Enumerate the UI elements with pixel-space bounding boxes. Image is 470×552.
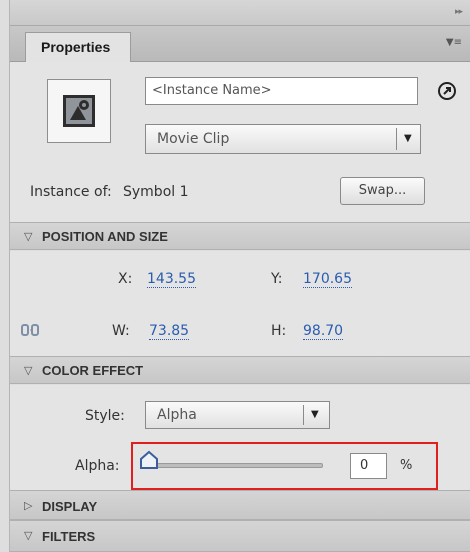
swap-button[interactable]: Swap... [340, 177, 425, 205]
color-effect-title: COLOR EFFECT [42, 363, 144, 378]
expand-triangle-icon: ▽ [24, 529, 33, 542]
panel-menu-icon[interactable]: ▼≡ [446, 37, 462, 48]
position-size-header[interactable]: ▽ POSITION AND SIZE [10, 222, 470, 250]
expand-triangle-icon: ▽ [24, 230, 33, 243]
w-value[interactable]: 73.85 [149, 323, 190, 340]
expand-triangle-icon: ▽ [24, 364, 33, 377]
tab-properties[interactable]: Properties [25, 32, 131, 62]
color-effect-header[interactable]: ▽ COLOR EFFECT [10, 356, 470, 384]
highlight-box [131, 442, 438, 490]
alpha-label: Alpha: [75, 458, 120, 474]
collapsed-triangle-icon: ▷ [24, 499, 33, 512]
instance-of-label: Instance of: [30, 184, 112, 200]
y-value[interactable]: 170.65 [303, 271, 352, 288]
style-value: Alpha [157, 407, 197, 423]
style-label: Style: [85, 408, 125, 424]
collapse-arrows-icon[interactable]: ▸▸ [455, 7, 463, 17]
h-value[interactable]: 98.70 [303, 323, 344, 340]
chevron-down-icon: ▼ [404, 133, 412, 144]
filters-header[interactable]: ▽ FILTERS [10, 520, 470, 552]
x-label: X: [118, 271, 133, 287]
x-value[interactable]: 143.55 [147, 271, 196, 288]
w-label: W: [112, 323, 130, 339]
link-constrain-icon[interactable] [20, 322, 40, 338]
movie-clip-symbol-glyph [63, 95, 95, 127]
h-label: H: [271, 323, 287, 339]
instance-of-value: Symbol 1 [123, 184, 189, 200]
select-divider [303, 405, 304, 425]
filters-title: FILTERS [42, 529, 96, 544]
target-path-icon[interactable] [437, 81, 457, 101]
display-title: DISPLAY [42, 499, 98, 514]
movie-clip-symbol-icon [47, 79, 111, 143]
style-select[interactable]: Alpha ▼ [145, 401, 330, 429]
position-size-section [10, 251, 470, 356]
display-header[interactable]: ▷ DISPLAY [10, 490, 470, 520]
y-label: Y: [271, 271, 283, 287]
chevron-down-icon: ▼ [311, 409, 319, 420]
instance-name-input[interactable]: <Instance Name> [145, 77, 418, 105]
panel-title-strip: ▸▸ [10, 0, 470, 26]
symbol-type-select[interactable]: Movie Clip ▼ [145, 124, 421, 154]
position-size-title: POSITION AND SIZE [42, 229, 168, 244]
select-divider [396, 128, 397, 150]
panel-tab-bar: Properties ▼≡ [10, 26, 470, 62]
symbol-type-value: Movie Clip [157, 131, 230, 147]
